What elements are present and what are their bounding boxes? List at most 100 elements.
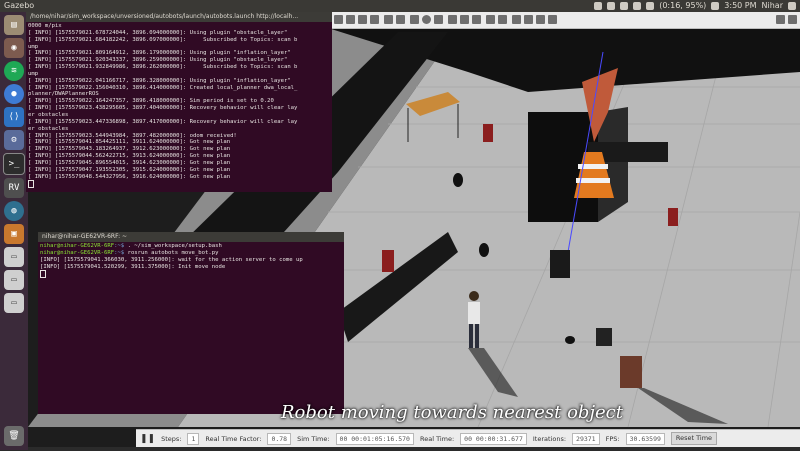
log-line: [ INFO] [1575579048.544327956, 3916.6240…	[28, 173, 231, 180]
wifi-icon[interactable]	[633, 2, 642, 10]
clock[interactable]: 3:50 PM	[724, 0, 756, 12]
spot-light-icon[interactable]	[460, 15, 469, 24]
launcher: ▤ ◉ ≋ ● ⟨⟩ ⚙ >_ RV ◍ ▣ ▭ ▭ ▭ 🗑	[0, 12, 28, 450]
log-line: [ INFO] [1575579023.544943984, 3897.4820…	[28, 132, 237, 139]
fps-label: FPS:	[605, 434, 620, 443]
bluetooth-icon[interactable]	[620, 2, 629, 10]
rtf-label: Real Time Factor:	[205, 434, 262, 443]
fps-value: 30.63599	[625, 432, 665, 445]
video-caption: Robot moving towards nearest object	[281, 402, 623, 423]
align-icon[interactable]	[512, 15, 521, 24]
world-icon[interactable]: ◍	[4, 201, 24, 221]
snap-icon[interactable]	[524, 15, 533, 24]
log-line: planner/DWAPlannerROS	[28, 91, 99, 98]
text-cursor	[40, 270, 46, 279]
battery-text: (0:16, 95%)	[659, 1, 707, 10]
reset-time-button[interactable]: Reset Time	[670, 432, 718, 445]
paste-icon[interactable]	[498, 15, 507, 24]
log-line: [ INFO] [1575579022.156040310, 3896.4140…	[28, 84, 298, 91]
screenshot-icon[interactable]	[776, 15, 785, 24]
box-icon[interactable]: ▣	[4, 224, 24, 244]
realtime-value: 00 00:00:31.677	[460, 432, 527, 445]
iterations-value: 29371	[572, 432, 600, 445]
drive-icon[interactable]: ▭	[4, 270, 24, 290]
scale-tool-icon[interactable]	[370, 15, 379, 24]
log-line: [ INFO] [1575579047.193552305, 3915.6240…	[28, 166, 231, 173]
log-line: [ INFO] [1575579021.809164912, 3896.1790…	[28, 50, 291, 57]
user-name[interactable]: Nihar	[762, 0, 783, 12]
log-line: [ INFO] [1575579021.684182242, 3896.0970…	[28, 36, 298, 43]
light-icon[interactable]	[448, 15, 457, 24]
trash-icon[interactable]: 🗑	[4, 426, 24, 446]
log-line: [ INFO] [1575579021.920343337, 3896.2590…	[28, 57, 288, 64]
log-line: [ INFO] [1575579045.896554015, 3914.6230…	[28, 159, 231, 166]
rviz-icon[interactable]: RV	[4, 178, 24, 198]
iterations-label: Iterations:	[532, 434, 567, 443]
redo-icon[interactable]	[396, 15, 405, 24]
log-line: [ INFO] [1575579021.932849986, 3896.2620…	[28, 64, 298, 71]
terminal-output: 0000 m/pix [ INFO] [1575579021.678724044…	[26, 22, 332, 190]
text-cursor	[28, 180, 34, 189]
spotify-icon[interactable]: ≋	[4, 61, 24, 81]
terminal-title[interactable]: /home/nihar/sim_workspace/unversioned/au…	[26, 12, 332, 22]
firefox-icon[interactable]: ◉	[4, 38, 24, 58]
command-line: rosrun autobots move_bot.py	[124, 249, 219, 256]
rotate-tool-icon[interactable]	[358, 15, 367, 24]
drive-icon[interactable]: ▭	[4, 293, 24, 313]
log-line: er obstacles	[28, 111, 69, 118]
pause-icon[interactable]: ❚❚	[140, 434, 155, 444]
files-icon[interactable]: ▤	[4, 15, 24, 35]
steps-input[interactable]: 1	[187, 432, 200, 445]
realtime-label: Real Time:	[419, 434, 455, 443]
log-line: [INFO] [1575579041.520299, 3911.375000]:…	[40, 263, 226, 270]
dropbox-icon[interactable]	[594, 2, 603, 10]
sphere-shape-icon[interactable]	[422, 15, 431, 24]
volume-icon[interactable]	[711, 2, 720, 10]
log-line: [ INFO] [1575579021.678724044, 3896.0940…	[28, 29, 288, 36]
log-line: [ INFO] [1575579022.164247357, 3896.4180…	[28, 98, 274, 105]
undo-icon[interactable]	[384, 15, 393, 24]
log-line: ump	[28, 70, 39, 77]
prompt-path: :~$	[114, 249, 125, 256]
translate-tool-icon[interactable]	[346, 15, 355, 24]
terminal-title[interactable]: nihar@nihar-GE62VR-6RF: ~	[38, 232, 344, 242]
log-line: [ INFO] [1575579023.438295605, 3897.4040…	[28, 105, 298, 112]
simtime-value: 00 00:01:05:16.570	[335, 432, 414, 445]
box-shape-icon[interactable]	[410, 15, 419, 24]
system-tray: (0:16, 95%) 3:50 PM Nihar	[594, 0, 796, 12]
launch-terminal[interactable]: /home/nihar/sim_workspace/unversioned/au…	[26, 12, 332, 192]
gazebo-status-bar: ❚❚ Steps: 1 Real Time Factor: 0.78 Sim T…	[136, 429, 800, 447]
log-line: [ INFO] [1575579043.183264937, 3912.6230…	[28, 146, 231, 153]
orange-marker-icon[interactable]	[548, 15, 557, 24]
select-tool-icon[interactable]	[334, 15, 343, 24]
log-line: [ INFO] [1575579041.854425111, 3911.6240…	[28, 139, 231, 146]
keyboard-icon[interactable]	[607, 2, 616, 10]
log-line: [INFO] [1575579041.366030, 3911.256000]:…	[40, 256, 303, 263]
record-icon[interactable]	[788, 15, 797, 24]
command-line: . ~/sim_workspace/setup.bash	[124, 243, 222, 249]
gazebo-toolbar	[328, 12, 800, 29]
cylinder-shape-icon[interactable]	[434, 15, 443, 24]
log-line: ump	[28, 43, 39, 50]
chromium-icon[interactable]: ●	[4, 84, 24, 104]
steps-label: Steps:	[161, 434, 182, 443]
settings-icon[interactable]: ⚙	[4, 130, 24, 150]
copy-icon[interactable]	[486, 15, 495, 24]
prompt-path: :~$	[114, 243, 125, 249]
drive-icon[interactable]: ▭	[4, 247, 24, 267]
headphones-icon[interactable]	[536, 15, 545, 24]
rosrun-terminal[interactable]: nihar@nihar-GE62VR-6RF: ~ nihar@nihar-GE…	[38, 232, 344, 414]
battery-icon[interactable]	[646, 2, 655, 10]
log-line: [ INFO] [1575579023.447336898, 3897.4170…	[28, 118, 298, 125]
log-line: [ INFO] [1575579022.041166717, 3896.3280…	[28, 77, 291, 84]
power-icon[interactable]	[788, 2, 796, 10]
terminal-output: nihar@nihar-GE62VR-6RF:~$ . ~/sim_worksp…	[38, 242, 344, 280]
log-line: [ INFO] [1575579044.562422715, 3913.6240…	[28, 153, 231, 160]
rtf-value: 0.78	[267, 432, 292, 445]
simtime-label: Sim Time:	[297, 434, 330, 443]
vscode-icon[interactable]: ⟨⟩	[4, 107, 24, 127]
directional-light-icon[interactable]	[472, 15, 481, 24]
log-line: er obstacles	[28, 125, 69, 132]
terminal-icon[interactable]: >_	[3, 153, 25, 175]
system-topbar: Gazebo (0:16, 95%) 3:50 PM Nihar	[0, 0, 800, 12]
